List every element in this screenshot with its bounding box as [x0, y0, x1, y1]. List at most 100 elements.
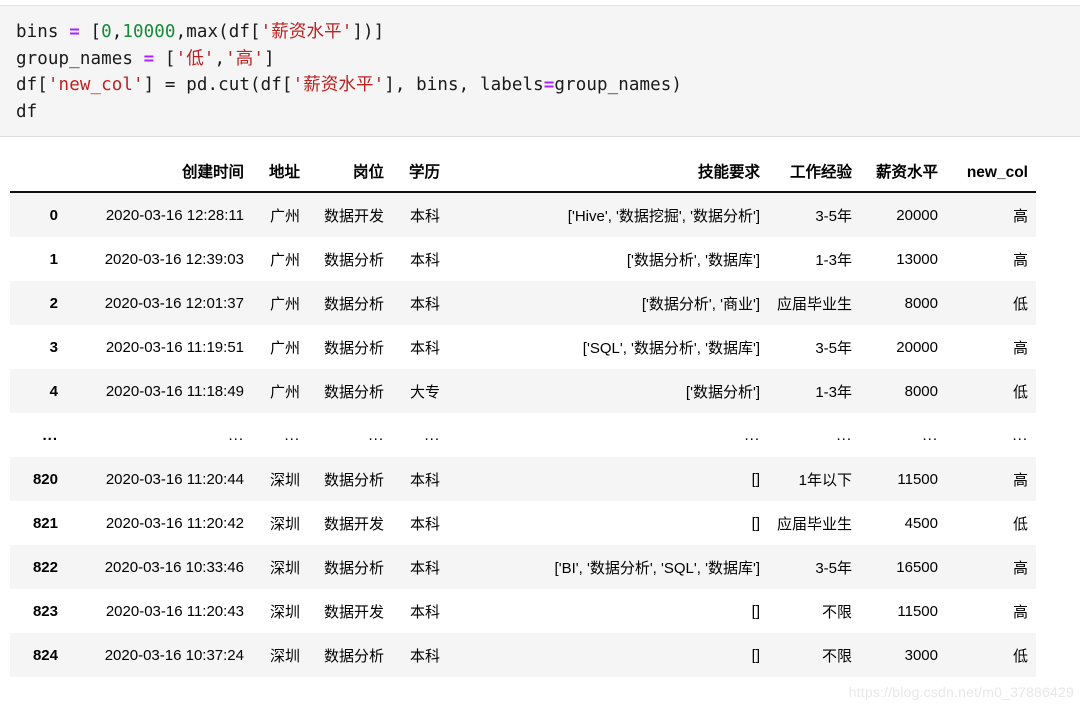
code-token: 10000	[122, 22, 176, 42]
cell-education: 本科	[409, 207, 440, 225]
cell-address: 深圳	[269, 647, 300, 665]
cell-create-time: 2020-03-16 12:39:03	[104, 250, 244, 268]
cell-salary: 8000	[904, 294, 938, 312]
table-row: 4 2020-03-16 11:18:49 广州 数据分析 大专 ['数据分析'] 1-3年…	[10, 369, 1036, 413]
cell-salary: 16500	[896, 558, 938, 576]
table-row: 822 2020-03-16 10:33:46 深圳 数据分析 本科 ['BI', '数据…	[10, 545, 1036, 589]
cell-create-time: ...	[228, 426, 244, 444]
code-token: df[	[16, 75, 48, 95]
cell-salary: 20000	[896, 338, 938, 356]
cell-salary: 11500	[897, 470, 938, 488]
cell-experience: 3-5年	[815, 339, 852, 357]
row-index: 0	[49, 206, 58, 224]
code-token: ,max(df[	[175, 22, 261, 42]
code-token: bins	[16, 22, 70, 42]
cell-new-col: 低	[1012, 647, 1028, 665]
cell-create-time: 2020-03-16 12:01:37	[104, 294, 244, 312]
cell-experience: 3-5年	[815, 207, 852, 225]
cell-experience: 应届毕业生	[776, 295, 852, 313]
table-header: 创建时间 地址 岗位 学历 技能要求 工作经验 薪资水平 new_col	[10, 160, 1036, 193]
watermark: https://blog.csdn.net/m0_37886429	[848, 684, 1074, 700]
code-token: [	[154, 48, 176, 69]
cell-create-time: 2020-03-16 10:37:24	[104, 646, 244, 664]
table-row: 820 2020-03-16 11:20:44 深圳 数据分析 本科 [] 1年以下 1150…	[10, 457, 1036, 501]
cell-position: 数据开发	[323, 603, 384, 621]
table-row: 824 2020-03-16 10:37:24 深圳 数据分析 本科 [] 不限 3000 低	[10, 633, 1036, 677]
code-source[interactable]: bins = [0,10000,max(df['薪资水平'])] group_n…	[0, 6, 1080, 125]
cell-education: 本科	[409, 471, 440, 489]
cell-create-time: 2020-03-16 11:19:51	[105, 338, 244, 356]
cell-skills: ...	[744, 426, 760, 444]
cell-experience: 不限	[821, 647, 852, 665]
table-row: 823 2020-03-16 11:20:43 深圳 数据开发 本科 [] 不限 11500 高	[10, 589, 1036, 633]
cell-skills: ['BI', '数据分析', 'SQL', '数据库']	[554, 559, 760, 577]
code-token: df	[16, 101, 38, 122]
cell-address: 广州	[269, 295, 300, 313]
row-index: 824	[32, 646, 58, 664]
cell-position: 数据分析	[323, 471, 384, 489]
cell-education: 本科	[409, 559, 440, 577]
table-row: 3 2020-03-16 11:19:51 广州 数据分析 本科 ['SQL', '数据分…	[10, 325, 1036, 369]
code-token: =	[143, 48, 155, 69]
cell-experience: 1-3年	[815, 383, 852, 401]
cell-address: 广州	[269, 207, 300, 225]
cell-education: 本科	[409, 647, 440, 665]
cell-address: 深圳	[269, 603, 300, 621]
column-header-new-col: new_col	[946, 160, 1036, 193]
column-header-address: 地址	[252, 160, 308, 193]
row-index: 3	[49, 338, 58, 356]
cell-position: 数据分析	[323, 559, 384, 577]
cell-skills: []	[751, 646, 760, 664]
cell-new-col: 高	[1012, 251, 1028, 269]
cell-address: 广州	[269, 251, 300, 269]
cell-address: 广州	[269, 339, 300, 357]
cell-salary: 4500	[904, 514, 938, 532]
cell-position: ...	[368, 426, 384, 444]
cell-create-time: 2020-03-16 11:18:49	[105, 382, 244, 400]
cell-salary: 11500	[897, 602, 938, 620]
cell-experience: 不限	[821, 603, 852, 621]
cell-create-time: 2020-03-16 11:20:42	[105, 514, 244, 532]
column-header-experience: 工作经验	[768, 160, 860, 193]
cell-education: 本科	[409, 251, 440, 269]
cell-salary: 8000	[904, 382, 938, 400]
code-token: ] = pd.cut(df[	[143, 75, 293, 95]
table-body: 0 2020-03-16 12:28:11 广州 数据开发 本科 ['Hive', '数据…	[10, 192, 1036, 677]
code-token: ])]	[352, 22, 385, 42]
code-token: group_names	[16, 48, 144, 69]
cell-experience: 应届毕业生	[776, 515, 852, 533]
column-header-create-time: 创建时间	[66, 160, 252, 193]
code-token: group_names)	[554, 75, 683, 95]
cell-skills: []	[751, 602, 760, 620]
table-row: 2 2020-03-16 12:01:37 广州 数据分析 本科 ['数据分析', '商业…	[10, 281, 1036, 325]
dataframe-output: 创建时间 地址 岗位 学历 技能要求 工作经验 薪资水平 new_col 0 20…	[10, 160, 1036, 677]
dataframe-table: 创建时间 地址 岗位 学历 技能要求 工作经验 薪资水平 new_col 0 20…	[10, 160, 1036, 677]
cell-skills: ['数据分析']	[685, 383, 760, 401]
cell-education: 大专	[409, 383, 440, 401]
cell-salary: 20000	[896, 206, 938, 224]
cell-education: 本科	[409, 339, 440, 357]
row-index: 820	[32, 470, 58, 488]
cell-education: 本科	[409, 603, 440, 621]
code-token: [	[79, 22, 102, 42]
cell-position: 数据分析	[323, 251, 384, 269]
cell-address: 深圳	[269, 559, 300, 577]
cell-address: 深圳	[269, 515, 300, 533]
cell-experience: 3-5年	[815, 559, 852, 577]
cell-skills: ['Hive', '数据挖掘', '数据分析']	[567, 207, 760, 225]
cell-new-col: 低	[1012, 383, 1028, 401]
cell-address: 深圳	[269, 471, 300, 489]
code-token: '薪资水平'	[292, 75, 385, 95]
row-index: 821	[32, 514, 58, 532]
code-input-cell[interactable]: bins = [0,10000,max(df['薪资水平'])] group_n…	[0, 5, 1080, 137]
table-row: 0 2020-03-16 12:28:11 广州 数据开发 本科 ['Hive', '数据…	[10, 192, 1036, 237]
column-header-position: 岗位	[308, 160, 392, 193]
code-token: '高'	[225, 48, 264, 69]
cell-skills: []	[751, 470, 760, 488]
cell-skills: []	[751, 514, 760, 532]
cell-skills: ['数据分析', '数据库']	[626, 251, 760, 269]
cell-new-col: 低	[1012, 295, 1028, 313]
cell-position: 数据分析	[323, 647, 384, 665]
code-token: 'new_col'	[47, 75, 144, 95]
column-header-skills: 技能要求	[448, 160, 768, 193]
